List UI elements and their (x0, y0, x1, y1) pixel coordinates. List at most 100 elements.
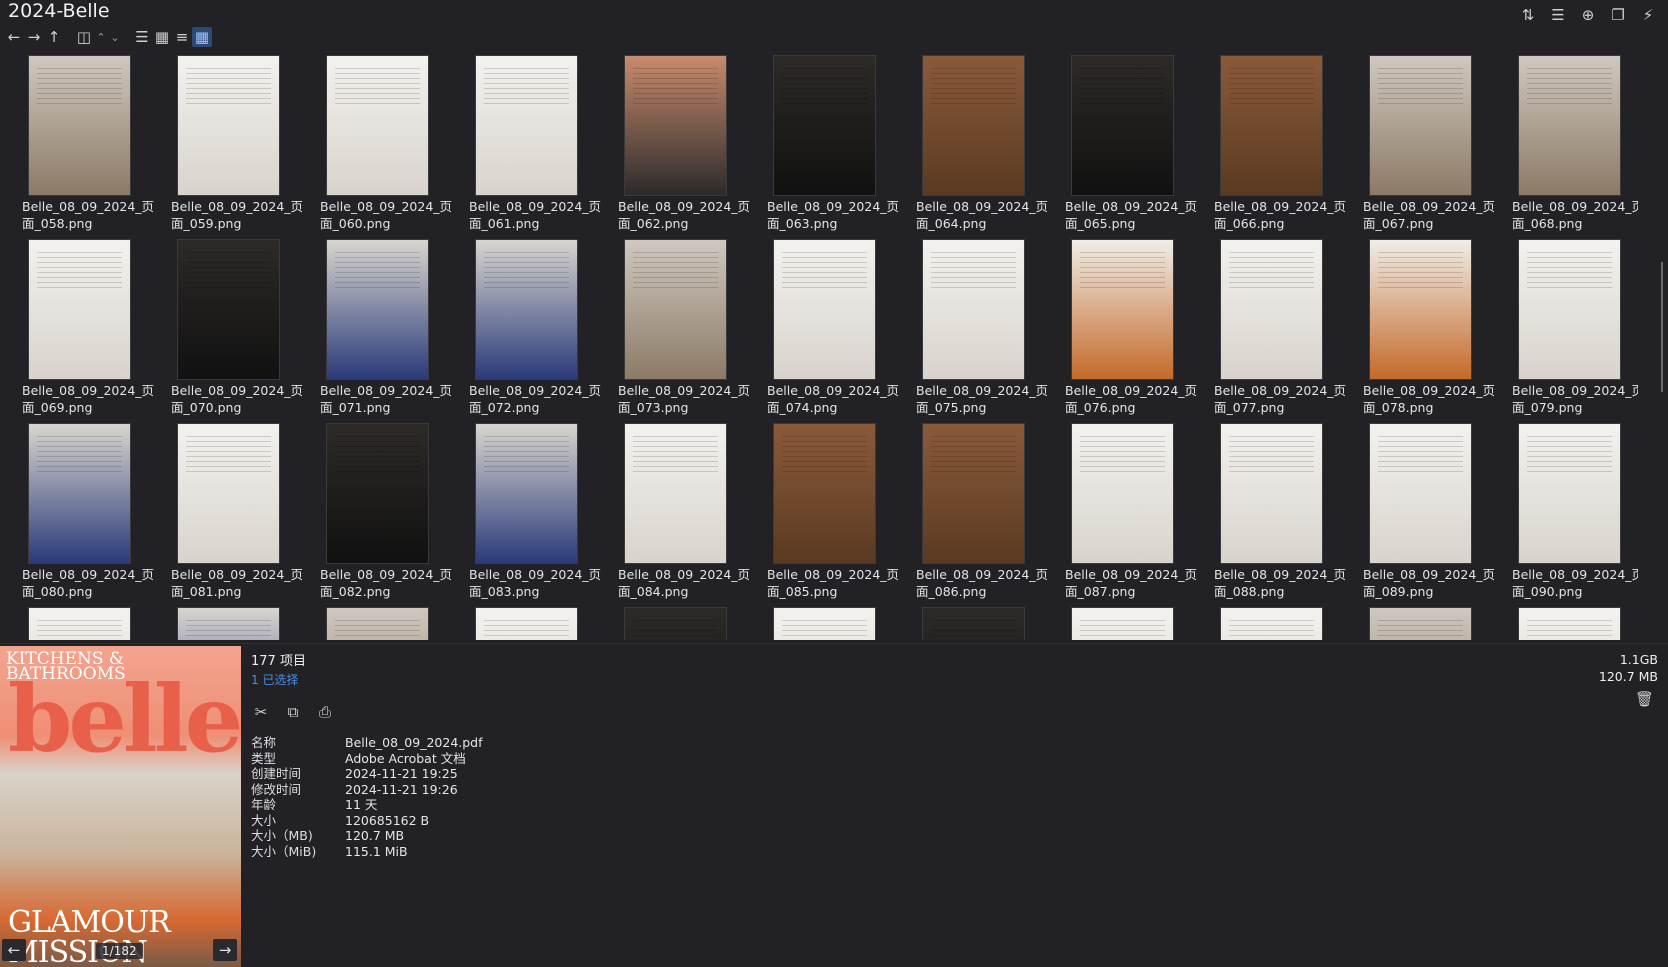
file-item[interactable] (467, 604, 616, 640)
file-thumbnail[interactable] (327, 240, 428, 379)
file-item[interactable]: Belle_08_09_2024_页 面_067.png (1361, 52, 1510, 236)
file-thumbnail[interactable] (1221, 608, 1322, 640)
chevron-up-icon[interactable]: ⌃ (94, 27, 108, 47)
file-thumbnail[interactable] (625, 240, 726, 379)
file-thumbnail[interactable] (923, 240, 1024, 379)
add-icon[interactable]: ⊕ (1576, 4, 1600, 26)
forward-arrow-icon[interactable]: → (24, 27, 44, 47)
trash-icon[interactable]: 🗑 (1635, 690, 1654, 708)
file-thumbnail[interactable] (476, 424, 577, 563)
file-item[interactable]: Belle_08_09_2024_页 面_082.png (318, 420, 467, 604)
file-item[interactable]: Belle_08_09_2024_页 面_070.png (169, 236, 318, 420)
file-item[interactable]: Belle_08_09_2024_页 面_061.png (467, 52, 616, 236)
file-item[interactable]: Belle_08_09_2024_页 面_080.png (20, 420, 169, 604)
thumbnail-view-icon[interactable]: ▦ (192, 27, 212, 47)
file-item[interactable] (914, 604, 1063, 640)
file-item[interactable]: Belle_08_09_2024_页 面_076.png (1063, 236, 1212, 420)
cut-icon[interactable]: ✂ (251, 702, 271, 722)
file-item[interactable]: Belle_08_09_2024_页 面_089.png (1361, 420, 1510, 604)
file-thumbnail[interactable] (1519, 240, 1620, 379)
file-item[interactable]: Belle_08_09_2024_页 面_083.png (467, 420, 616, 604)
file-thumbnail[interactable] (1519, 56, 1620, 195)
file-thumbnail[interactable] (1519, 424, 1620, 563)
file-thumbnail[interactable] (1370, 240, 1471, 379)
file-item[interactable]: Belle_08_09_2024_页 面_075.png (914, 236, 1063, 420)
up-arrow-icon[interactable]: ↑ (44, 27, 64, 47)
file-item[interactable]: Belle_08_09_2024_页 面_090.png (1510, 420, 1638, 604)
selected-count[interactable]: 1 已选择 (251, 671, 483, 688)
previous-page-icon[interactable]: ← (2, 939, 26, 961)
file-thumbnail[interactable] (1221, 56, 1322, 195)
file-item[interactable] (1212, 604, 1361, 640)
file-item[interactable]: Belle_08_09_2024_页 面_084.png (616, 420, 765, 604)
file-item[interactable] (318, 604, 467, 640)
file-item[interactable] (20, 604, 169, 640)
pin-icon[interactable]: ⚡ (1636, 4, 1660, 26)
file-thumbnail[interactable] (923, 424, 1024, 563)
file-item[interactable]: Belle_08_09_2024_页 面_058.png (20, 52, 169, 236)
file-item[interactable]: Belle_08_09_2024_页 面_087.png (1063, 420, 1212, 604)
file-thumbnail[interactable] (1221, 240, 1322, 379)
file-thumbnail[interactable] (923, 56, 1024, 195)
file-item[interactable]: Belle_08_09_2024_页 面_072.png (467, 236, 616, 420)
file-item[interactable]: Belle_08_09_2024_页 面_078.png (1361, 236, 1510, 420)
file-thumbnail[interactable] (178, 424, 279, 563)
file-thumbnail[interactable] (774, 608, 875, 640)
file-thumbnail[interactable] (774, 240, 875, 379)
clipboard-icon[interactable]: ❐ (1606, 4, 1630, 26)
file-thumbnail[interactable] (178, 608, 279, 640)
file-item[interactable]: Belle_08_09_2024_页 面_065.png (1063, 52, 1212, 236)
file-item[interactable]: Belle_08_09_2024_页 面_074.png (765, 236, 914, 420)
file-item[interactable]: Belle_08_09_2024_页 面_073.png (616, 236, 765, 420)
file-item[interactable]: Belle_08_09_2024_页 面_088.png (1212, 420, 1361, 604)
file-thumbnail[interactable] (1519, 608, 1620, 640)
file-thumbnail[interactable] (327, 608, 428, 640)
copy-icon[interactable]: ⧉ (283, 702, 303, 722)
vertical-scrollbar[interactable] (1658, 52, 1666, 640)
file-thumbnail[interactable] (625, 424, 726, 563)
file-thumbnail[interactable] (327, 56, 428, 195)
file-item[interactable] (765, 604, 914, 640)
file-thumbnail[interactable] (1072, 424, 1173, 563)
file-thumbnail[interactable] (327, 424, 428, 563)
file-item[interactable]: Belle_08_09_2024_页 面_079.png (1510, 236, 1638, 420)
file-thumbnail[interactable] (29, 56, 130, 195)
file-thumbnail[interactable] (178, 56, 279, 195)
file-item[interactable]: Belle_08_09_2024_页 面_063.png (765, 52, 914, 236)
file-thumbnail[interactable] (476, 608, 577, 640)
file-thumbnail[interactable] (476, 240, 577, 379)
file-item[interactable] (169, 604, 318, 640)
file-item[interactable]: Belle_08_09_2024_页 面_069.png (20, 236, 169, 420)
file-thumbnail[interactable] (1072, 608, 1173, 640)
file-thumbnail[interactable] (29, 240, 130, 379)
file-thumbnail[interactable] (774, 56, 875, 195)
file-item[interactable] (616, 604, 765, 640)
new-tab-icon[interactable]: ◫ (74, 27, 94, 47)
file-thumbnail[interactable] (1370, 56, 1471, 195)
file-item[interactable]: Belle_08_09_2024_页 面_085.png (765, 420, 914, 604)
file-item[interactable] (1063, 604, 1212, 640)
file-item[interactable]: Belle_08_09_2024_页 面_062.png (616, 52, 765, 236)
next-page-icon[interactable]: → (213, 939, 237, 961)
file-thumbnail[interactable] (29, 424, 130, 563)
file-item[interactable]: Belle_08_09_2024_页 面_086.png (914, 420, 1063, 604)
file-thumbnail[interactable] (476, 56, 577, 195)
file-item[interactable]: Belle_08_09_2024_页 面_071.png (318, 236, 467, 420)
list-icon[interactable]: ☰ (1546, 4, 1570, 26)
file-thumbnail[interactable] (625, 56, 726, 195)
chevron-down-icon[interactable]: ⌄ (108, 27, 122, 47)
tiles-view-icon[interactable]: ▦ (152, 27, 172, 47)
file-thumbnail[interactable] (1072, 240, 1173, 379)
rename-icon[interactable]: ⎙ (315, 702, 335, 722)
file-thumbnail[interactable] (29, 608, 130, 640)
file-item[interactable]: Belle_08_09_2024_页 面_059.png (169, 52, 318, 236)
file-thumbnail[interactable] (178, 240, 279, 379)
file-thumbnail[interactable] (1370, 424, 1471, 563)
file-item[interactable] (1510, 604, 1638, 640)
file-item[interactable]: Belle_08_09_2024_页 面_081.png (169, 420, 318, 604)
file-thumbnail[interactable] (625, 608, 726, 640)
file-item[interactable]: Belle_08_09_2024_页 面_068.png (1510, 52, 1638, 236)
sort-icon[interactable]: ⇅ (1516, 4, 1540, 26)
file-item[interactable]: Belle_08_09_2024_页 面_064.png (914, 52, 1063, 236)
details-view-icon[interactable]: ☰ (132, 27, 152, 47)
